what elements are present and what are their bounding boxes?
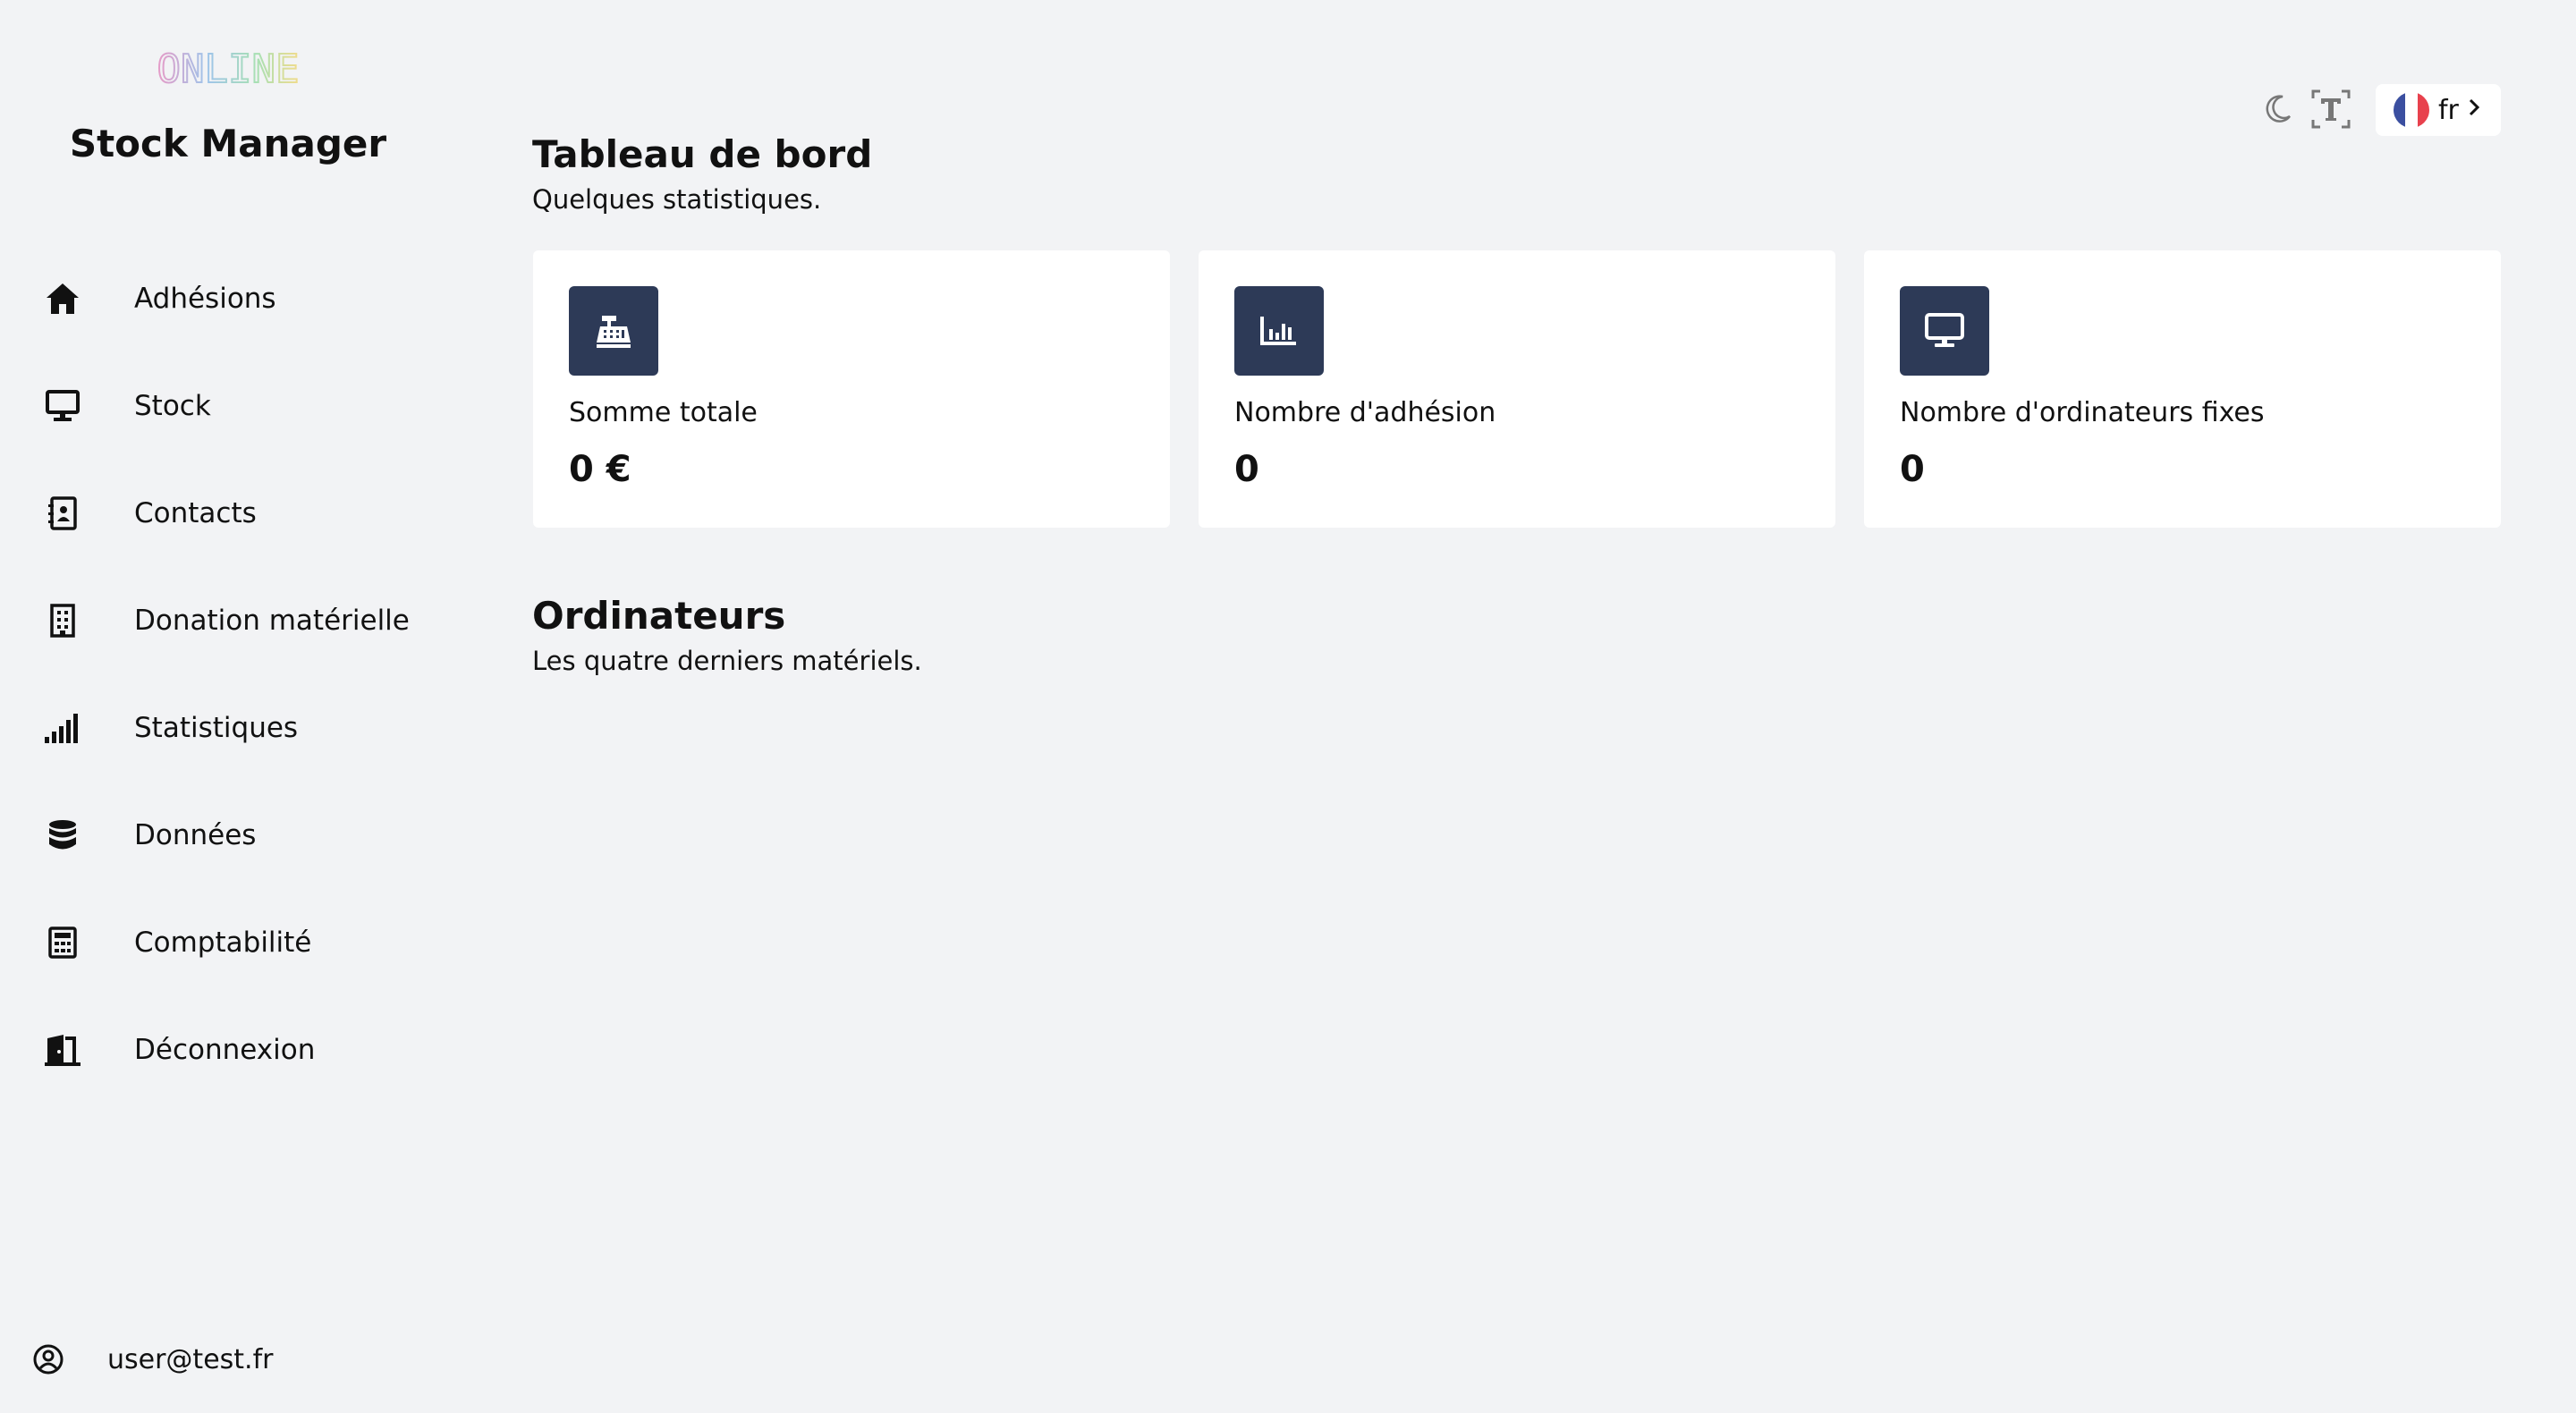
calculator-icon <box>36 916 89 969</box>
text-size-icon[interactable] <box>2309 88 2352 131</box>
signal-bars-icon <box>36 701 89 755</box>
stat-card-adhesion: Nombre d'adhésion 0 <box>1199 250 1835 528</box>
page-title: Tableau de bord <box>532 132 873 176</box>
stat-label: Somme totale <box>569 397 758 428</box>
desktop-icon <box>1900 286 1989 376</box>
language-label: fr <box>2438 94 2459 126</box>
sidebar-item-stock[interactable]: Stock <box>36 379 211 433</box>
stat-value: 0 <box>1234 449 1259 490</box>
section-subtitle-ordinateurs: Les quatre derniers matériels. <box>532 646 922 676</box>
sidebar-item-label: Comptabilité <box>134 926 312 959</box>
sidebar-item-statistiques[interactable]: Statistiques <box>36 701 298 755</box>
sidebar-item-label: Données <box>134 819 257 851</box>
cash-register-icon <box>569 286 658 376</box>
sidebar: ONLINE Stock Manager Adhésions Stock Con… <box>0 0 501 1413</box>
door-exit-icon <box>36 1023 89 1077</box>
home-icon <box>36 272 89 326</box>
sidebar-item-label: Adhésions <box>134 283 276 315</box>
section-title-ordinateurs: Ordinateurs <box>532 594 786 638</box>
sidebar-item-contacts[interactable]: Contacts <box>36 487 257 540</box>
online-logo: ONLINE <box>157 46 301 93</box>
sidebar-item-label: Déconnexion <box>134 1034 316 1066</box>
language-selector[interactable]: fr <box>2376 84 2501 136</box>
france-flag-icon <box>2394 92 2429 128</box>
stat-label: Nombre d'adhésion <box>1234 397 1496 428</box>
contact-book-icon <box>36 487 89 540</box>
sidebar-item-label: Stock <box>134 390 211 422</box>
svg-text:ONLINE: ONLINE <box>157 47 300 92</box>
chevron-right-icon <box>2468 97 2480 123</box>
app-title: Stock Manager <box>69 122 387 165</box>
stat-label: Nombre d'ordinateurs fixes <box>1900 397 2265 428</box>
sidebar-item-label: Statistiques <box>134 712 299 744</box>
page-subtitle: Quelques statistiques. <box>532 184 822 215</box>
sidebar-item-comptabilite[interactable]: Comptabilité <box>36 916 311 969</box>
sidebar-item-label: Contacts <box>134 497 257 529</box>
stat-card-somme: Somme totale 0 € <box>533 250 1170 528</box>
database-icon <box>36 808 89 862</box>
building-icon <box>36 594 89 647</box>
sidebar-item-donation[interactable]: Donation matérielle <box>36 594 410 647</box>
sidebar-item-adhesions[interactable]: Adhésions <box>36 272 276 326</box>
sidebar-item-donnees[interactable]: Données <box>36 808 256 862</box>
monitor-icon <box>36 379 89 433</box>
user-email: user@test.fr <box>107 1343 274 1375</box>
stat-value: 0 <box>1900 449 1925 490</box>
stat-card-ordinateurs: Nombre d'ordinateurs fixes 0 <box>1864 250 2501 528</box>
user-circle-icon <box>32 1343 64 1375</box>
bar-chart-icon <box>1234 286 1324 376</box>
sidebar-item-deconnexion[interactable]: Déconnexion <box>36 1023 315 1077</box>
user-account[interactable]: user@test.fr <box>32 1333 273 1386</box>
stat-value: 0 € <box>569 449 631 490</box>
sidebar-item-label: Donation matérielle <box>134 605 410 637</box>
moon-icon[interactable] <box>2258 89 2297 129</box>
